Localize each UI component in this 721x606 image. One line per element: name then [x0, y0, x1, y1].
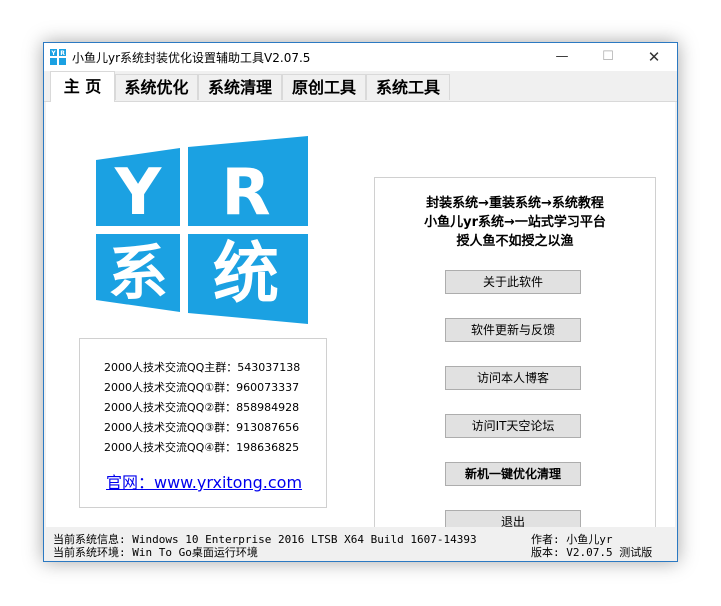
update-feedback-button[interactable]: 软件更新与反馈 [445, 318, 581, 342]
tab-system-clean[interactable]: 系统清理 [198, 74, 282, 100]
visit-forum-button[interactable]: 访问IT天空论坛 [445, 414, 581, 438]
logo-char-xi: 系 [108, 239, 168, 309]
logo-letter-r: R [221, 156, 270, 230]
qq-group-panel: 2000人技术交流QQ主群：543037138 2000人技术交流QQ①群：96… [79, 338, 327, 508]
maximize-button[interactable]: ☐ [585, 43, 631, 71]
qq-group-1: 2000人技术交流QQ①群：960073337 [104, 381, 300, 394]
close-button[interactable]: ✕ [631, 43, 677, 71]
slogan-line-2: 小鱼儿yr系统→一站式学习平台 [424, 215, 606, 230]
visit-blog-button[interactable]: 访问本人博客 [445, 366, 581, 390]
app-logo-icon: Y R [50, 49, 66, 65]
slogan-line-3: 授人鱼不如授之以渔 [456, 234, 574, 249]
official-website-link[interactable]: 官网：www.yrxitong.com [106, 469, 302, 493]
tab-home[interactable]: 主 页 [50, 71, 115, 102]
qq-group-3: 2000人技术交流QQ③群：913087656 [104, 421, 300, 434]
version-text: 版本: V2.07.5 测试版 [531, 546, 653, 559]
window-title: 小鱼儿yr系统封装优化设置辅助工具V2.07.5 [72, 51, 311, 65]
tab-system-tools[interactable]: 系统工具 [366, 74, 450, 100]
one-click-optimize-button[interactable]: 新机一键优化清理 [445, 462, 581, 486]
logo-letter-y: Y [114, 156, 162, 230]
title-bar[interactable]: Y R 小鱼儿yr系统封装优化设置辅助工具V2.07.5 — ☐ ✕ [44, 43, 677, 71]
action-panel: 封装系统→重装系统→系统教程 小鱼儿yr系统→一站式学习平台 授人鱼不如授之以渔… [374, 177, 656, 555]
logo-char-tong: 统 [213, 235, 279, 312]
qq-group-main: 2000人技术交流QQ主群：543037138 [104, 361, 301, 374]
svg-text:Y: Y [50, 50, 56, 57]
svg-text:R: R [60, 50, 65, 57]
slogan-line-1: 封装系统→重装系统→系统教程 [426, 196, 604, 211]
tab-system-optimize[interactable]: 系统优化 [115, 74, 198, 100]
yr-system-logo: Y R 系 统 [96, 136, 308, 324]
about-button[interactable]: 关于此软件 [445, 270, 581, 294]
app-window: Y R 小鱼儿yr系统封装优化设置辅助工具V2.07.5 — ☐ ✕ 主 页 系… [43, 42, 678, 562]
status-bar: 当前系统信息: Windows 10 Enterprise 2016 LTSB … [44, 527, 677, 561]
system-env-text: 当前系统环境: Win To Go桌面运行环境 [53, 546, 258, 559]
minimize-button[interactable]: — [539, 43, 585, 71]
tab-original-tools[interactable]: 原创工具 [282, 74, 366, 100]
home-panel: Y R 系 统 2000人技术交流QQ主群：543037138 2000人技术交… [46, 102, 675, 555]
qq-group-4: 2000人技术交流QQ④群：198636825 [104, 441, 300, 454]
qq-group-2: 2000人技术交流QQ②群：858984928 [104, 401, 300, 414]
